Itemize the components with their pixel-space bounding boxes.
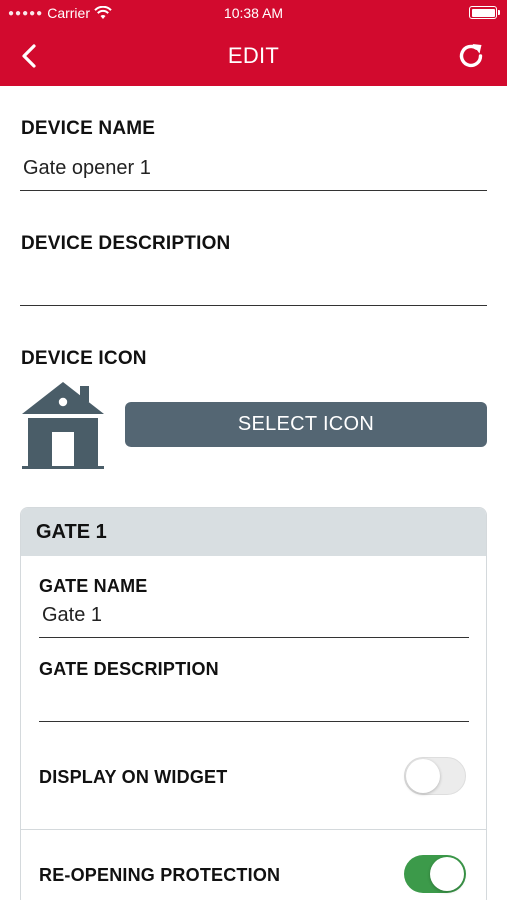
gate-name-label: GATE NAME xyxy=(39,576,148,596)
refresh-button[interactable] xyxy=(453,38,489,74)
gate-card-title: GATE 1 xyxy=(36,521,107,543)
device-description-label: DEVICE DESCRIPTION xyxy=(21,233,231,254)
gate-description-field[interactable] xyxy=(39,688,469,722)
display-on-widget-toggle[interactable] xyxy=(404,757,466,795)
reopening-protection-toggle[interactable] xyxy=(404,855,466,893)
display-on-widget-label: DISPLAY ON WIDGET xyxy=(39,767,228,787)
device-description-field[interactable] xyxy=(20,272,487,306)
gate-card-header: GATE 1 xyxy=(21,508,486,556)
gate-card: GATE 1 GATE NAME Gate 1 GATE DESCRIPTION… xyxy=(20,507,487,900)
toggle-knob xyxy=(406,759,440,793)
select-icon-button[interactable]: SELECT ICON xyxy=(125,402,487,447)
device-name-field[interactable]: Gate opener 1 xyxy=(20,157,487,191)
status-bar: ●●●●● Carrier 10:38 AM xyxy=(0,0,507,28)
page-title: EDIT xyxy=(227,43,280,68)
reopening-protection-label: RE-OPENING PROTECTION xyxy=(39,865,281,885)
toggle-knob xyxy=(430,857,464,891)
device-icon-label: DEVICE ICON xyxy=(21,348,147,369)
battery-fill xyxy=(471,8,495,17)
app-header: ●●●●● Carrier 10:38 AM EDIT xyxy=(0,0,507,86)
gate-description-label: GATE DESCRIPTION xyxy=(39,659,219,679)
house-icon xyxy=(22,382,104,469)
refresh-icon xyxy=(459,44,483,68)
device-name-label: DEVICE NAME xyxy=(21,118,156,139)
gate-name-field[interactable]: Gate 1 xyxy=(39,604,469,638)
card-divider xyxy=(21,829,486,830)
battery-icon xyxy=(469,6,500,19)
status-time: 10:38 AM xyxy=(223,5,284,21)
